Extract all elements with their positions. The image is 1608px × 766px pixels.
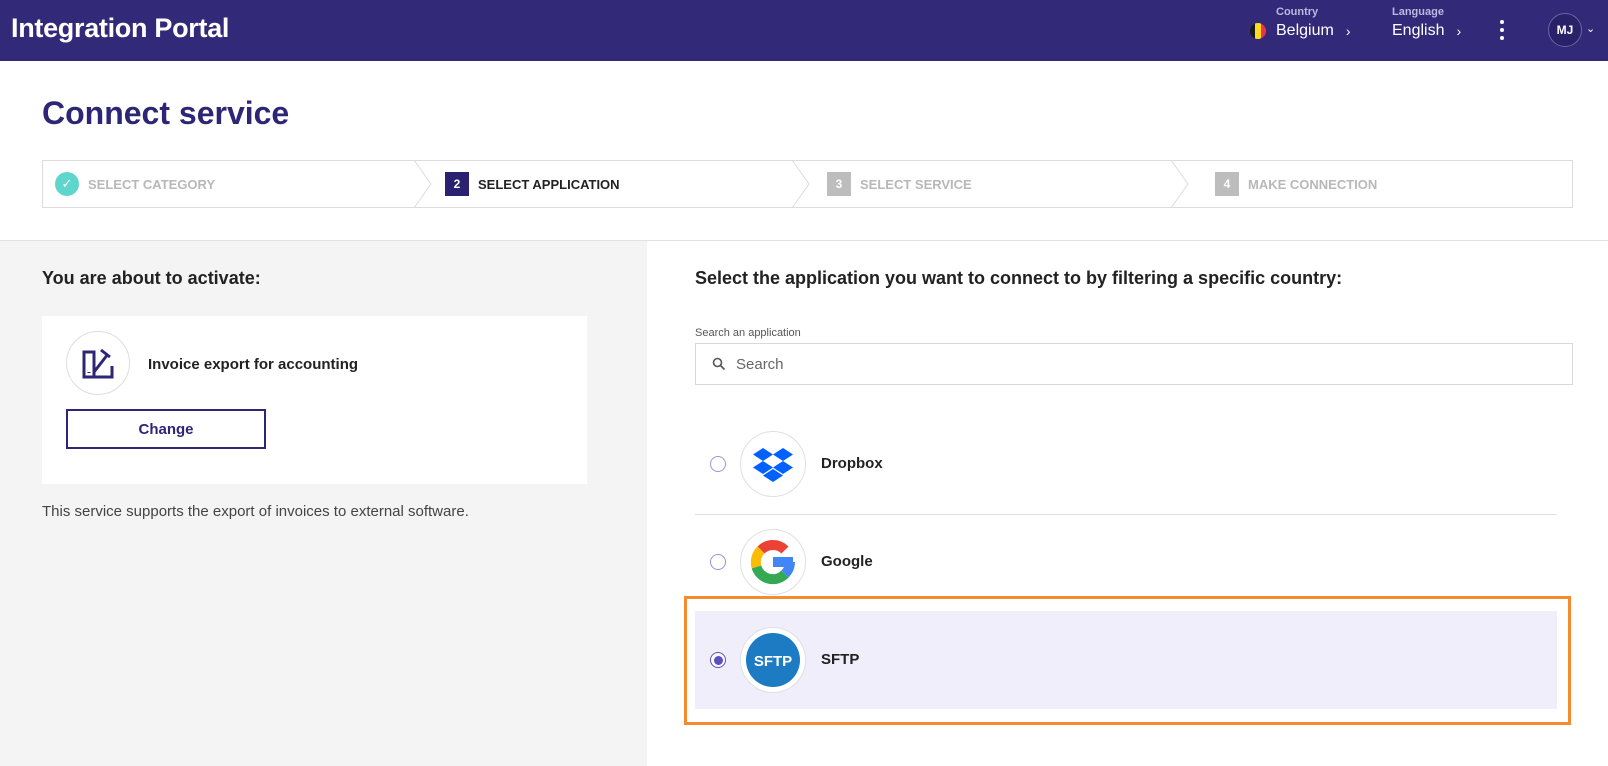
step-separator [1170, 160, 1189, 208]
service-description: This service supports the export of invo… [42, 503, 469, 520]
country-selector[interactable]: Country Belgium › [1250, 6, 1350, 40]
step-separator [413, 160, 432, 208]
search-label: Search an application [695, 327, 801, 339]
service-name: Invoice export for accounting [148, 356, 359, 373]
step-number: 4 [1215, 172, 1239, 196]
app-name: Google [821, 553, 873, 570]
dropbox-logo-icon [740, 431, 806, 497]
chevron-right-icon: › [1456, 23, 1462, 39]
activate-heading: You are about to activate: [42, 268, 261, 288]
step-select-application[interactable]: 2 Select application [445, 161, 620, 207]
selection-highlight-box [684, 596, 1571, 725]
page-title: Connect service [42, 95, 290, 131]
step-number: 2 [445, 172, 469, 196]
search-box [695, 343, 1573, 385]
step-select-category[interactable]: ✓ Select category [55, 161, 215, 207]
step-select-service[interactable]: 3 Select service [827, 161, 972, 207]
service-card: Invoice export for accounting Change [42, 316, 587, 484]
chevron-right-icon: › [1345, 23, 1351, 39]
google-logo-icon [740, 529, 806, 595]
language-value: English [1392, 22, 1445, 39]
top-navigation-bar: Integration Portal Country Belgium › Lan… [0, 0, 1608, 61]
step-make-connection[interactable]: 4 Make connection [1215, 161, 1377, 207]
radio-button[interactable] [710, 554, 726, 570]
stepper: ✓ Select category 2 Select application 3… [42, 160, 1573, 208]
country-caption: Country [1276, 6, 1319, 18]
search-icon [712, 357, 726, 371]
checkmark-icon: ✓ [55, 172, 79, 196]
language-selector[interactable]: Language English › [1392, 6, 1461, 40]
step-label: Select application [478, 176, 620, 192]
language-caption: Language [1392, 6, 1444, 18]
step-separator [791, 160, 810, 208]
step-number: 3 [827, 172, 851, 196]
step-label: Select category [88, 176, 216, 192]
more-options-icon[interactable] [1494, 20, 1510, 40]
step-label: Make connection [1248, 176, 1378, 192]
select-application-heading: Select the application you want to conne… [695, 268, 1343, 288]
belgium-flag-icon [1250, 23, 1266, 39]
app-option-dropbox[interactable]: Dropbox [695, 415, 1557, 513]
step-label: Select service [860, 176, 972, 192]
chevron-down-icon[interactable]: ⌄ [1586, 22, 1595, 35]
change-button[interactable]: Change [66, 409, 266, 449]
radio-button[interactable] [710, 456, 726, 472]
service-summary-panel: You are about to activate: Invoice expor… [0, 241, 647, 766]
app-name: Dropbox [821, 455, 883, 472]
user-avatar[interactable]: MJ [1548, 13, 1582, 47]
invoice-export-icon [66, 331, 130, 395]
country-value: Belgium [1276, 22, 1334, 39]
app-title: Integration Portal [11, 13, 230, 43]
search-input[interactable] [736, 344, 1556, 384]
